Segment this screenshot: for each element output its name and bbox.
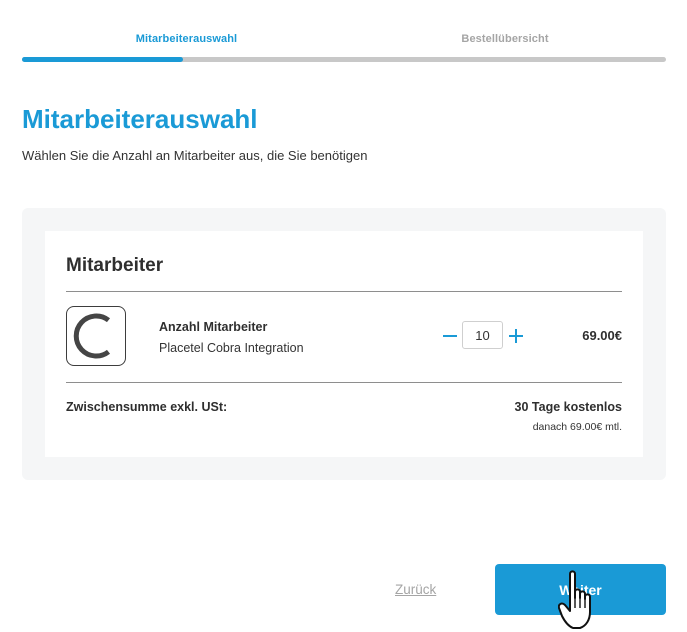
item-price: 69.00€ bbox=[582, 328, 622, 343]
divider bbox=[66, 382, 622, 383]
page-subtitle: Wählen Sie die Anzahl an Mitarbeiter aus… bbox=[22, 148, 368, 163]
step-mitarbeiterauswahl: Mitarbeiterauswahl bbox=[135, 33, 238, 45]
step-progress: Mitarbeiterauswahl Bestellübersicht bbox=[22, 0, 666, 70]
progress-bar bbox=[22, 57, 666, 62]
back-link[interactable]: Zurück bbox=[395, 582, 436, 597]
employee-card: Mitarbeiter Anzahl Mitarbeiter Placetel … bbox=[45, 231, 643, 457]
card-title: Mitarbeiter bbox=[66, 255, 164, 276]
subtotal-label: Zwischensumme exkl. USt: bbox=[66, 400, 228, 414]
product-name: Anzahl Mitarbeiter bbox=[159, 320, 268, 334]
step-bestelluebersicht: Bestellübersicht bbox=[461, 33, 549, 45]
decrease-quantity-button[interactable] bbox=[442, 321, 458, 351]
progress-bar-fill bbox=[22, 57, 183, 62]
minus-icon bbox=[443, 335, 457, 337]
cobra-logo-icon bbox=[66, 306, 126, 366]
divider bbox=[66, 291, 622, 292]
trial-label: 30 Tage kostenlos bbox=[514, 400, 622, 414]
increase-quantity-button[interactable] bbox=[508, 321, 524, 351]
page-title: Mitarbeiterauswahl bbox=[22, 104, 258, 134]
product-integration: Placetel Cobra Integration bbox=[159, 341, 304, 355]
quantity-input[interactable] bbox=[462, 321, 503, 349]
trial-price-note: danach 69.00€ mtl. bbox=[532, 421, 622, 433]
next-button[interactable]: Weiter bbox=[495, 564, 666, 615]
selection-panel: Mitarbeiter Anzahl Mitarbeiter Placetel … bbox=[22, 208, 666, 480]
